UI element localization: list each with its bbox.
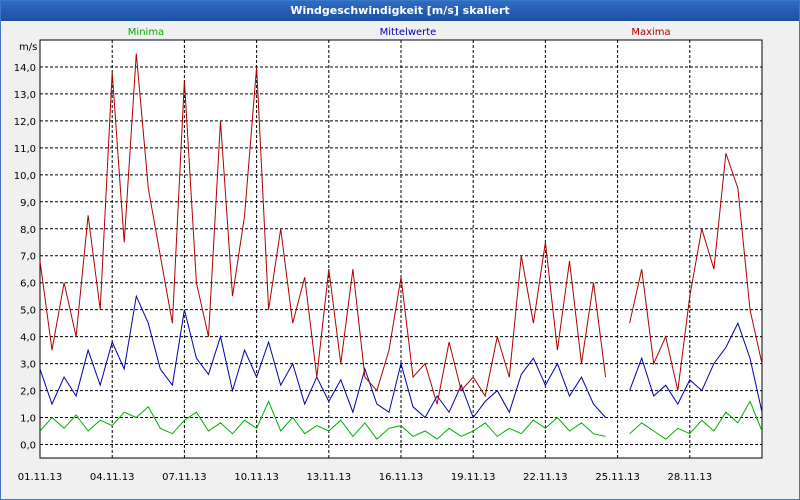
y-tick-label: 10,0: [14, 171, 36, 182]
y-tick-label: 0,0: [20, 441, 36, 452]
y-tick-label: 13,0: [14, 90, 36, 101]
x-tick-label: 13.11.13: [307, 472, 352, 483]
legend-maxima: Maxima: [631, 27, 670, 38]
wind-speed-chart: 0,0 1,0 2,0 3,0 4,0 5,0 6,0 7,0 8,0 9,0 10,0 11,0 12…: [14, 27, 763, 483]
x-tick-label: 22.11.13: [523, 472, 568, 483]
y-tick-label: 12,0: [14, 117, 36, 128]
y-tick-label: 14,0: [14, 63, 36, 74]
y-axis: 0,0 1,0 2,0 3,0 4,0 5,0 6,0 7,0 8,0 9,0 10,0 11,0 12…: [14, 63, 36, 452]
x-tick-label: 04.11.13: [90, 472, 135, 483]
y-tick-label: 11,0: [14, 144, 36, 155]
y-tick-label: 9,0: [20, 198, 36, 209]
x-tick-label: 10.11.13: [234, 472, 279, 483]
y-tick-label: 8,0: [20, 225, 36, 236]
y-tick-label: 6,0: [20, 279, 36, 290]
x-tick-label: 07.11.13: [162, 472, 207, 483]
y-tick-label: 3,0: [20, 360, 36, 371]
x-tick-label: 25.11.13: [595, 472, 640, 483]
x-axis: 01.11.13 04.11.13 07.11.13 10.11.13 13.11.13…: [18, 472, 712, 483]
y-tick-label: 1,0: [20, 414, 36, 425]
legend-minima: Minima: [128, 27, 164, 38]
y-tick-label: 2,0: [20, 387, 36, 398]
x-tick-label: 01.11.13: [18, 472, 63, 483]
legend-mittelwerte: Mittelwerte: [380, 27, 437, 38]
x-tick-label: 19.11.13: [451, 472, 496, 483]
y-axis-label: m/s: [19, 42, 37, 53]
x-tick-label: 16.11.13: [379, 472, 424, 483]
y-tick-label: 5,0: [20, 306, 36, 317]
y-tick-label: 4,0: [20, 333, 36, 344]
x-tick-label: 28.11.13: [668, 472, 713, 483]
y-tick-label: 7,0: [20, 252, 36, 263]
